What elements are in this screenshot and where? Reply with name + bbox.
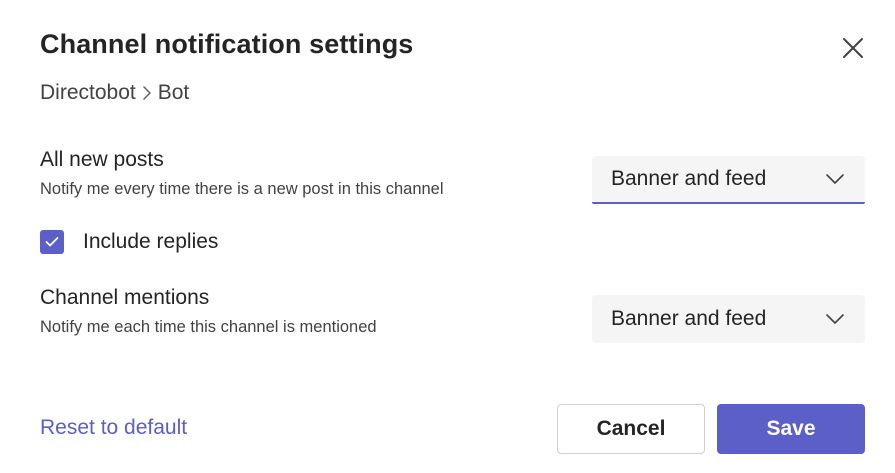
channel-mentions-description: Notify me each time this channel is ment… (40, 318, 377, 336)
chevron-right-icon (142, 85, 152, 101)
all-new-posts-dropdown-value: Banner and feed (611, 167, 767, 190)
reset-to-default-link[interactable]: Reset to default (40, 416, 187, 440)
close-icon (842, 37, 864, 59)
checkmark-icon (45, 236, 59, 248)
include-replies-checkbox[interactable] (40, 230, 64, 254)
dialog-title: Channel notification settings (40, 29, 414, 59)
breadcrumb-team: Directobot (40, 81, 136, 104)
breadcrumb: Directobot Bot (40, 81, 189, 105)
chevron-down-icon (825, 173, 845, 185)
breadcrumb-channel: Bot (157, 81, 190, 104)
include-replies-label: Include replies (83, 230, 219, 253)
notification-settings-dialog: Channel notification settings Directobot… (0, 0, 895, 473)
all-new-posts-description: Notify me every time there is a new post… (40, 180, 444, 198)
channel-mentions-title: Channel mentions (40, 286, 210, 309)
channel-mentions-dropdown-value: Banner and feed (611, 307, 767, 330)
close-button[interactable] (836, 31, 870, 65)
all-new-posts-title: All new posts (40, 148, 164, 171)
chevron-down-icon (825, 313, 845, 325)
channel-mentions-dropdown[interactable]: Banner and feed (592, 295, 865, 343)
save-button[interactable]: Save (717, 404, 865, 454)
include-replies-row[interactable]: Include replies (40, 230, 218, 254)
all-new-posts-dropdown[interactable]: Banner and feed (592, 156, 865, 204)
cancel-button[interactable]: Cancel (557, 404, 705, 454)
